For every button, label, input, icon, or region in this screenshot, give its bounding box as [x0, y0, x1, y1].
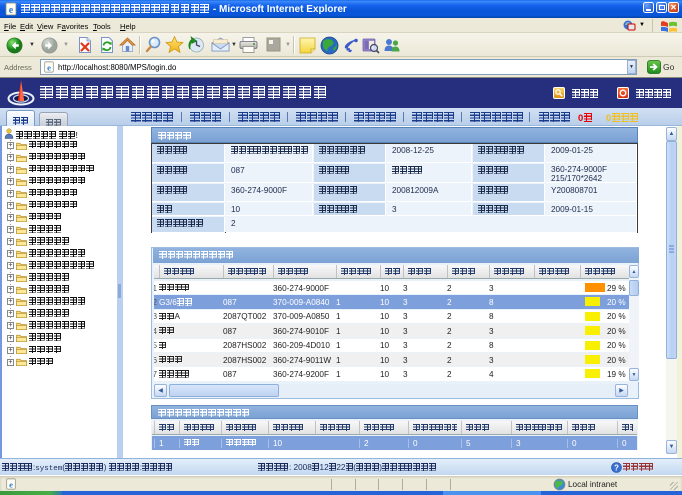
- svg-text:e: e: [9, 5, 14, 16]
- svg-text:?: ?: [614, 463, 619, 472]
- svg-text:e: e: [47, 62, 51, 72]
- svg-text:e: e: [9, 479, 13, 489]
